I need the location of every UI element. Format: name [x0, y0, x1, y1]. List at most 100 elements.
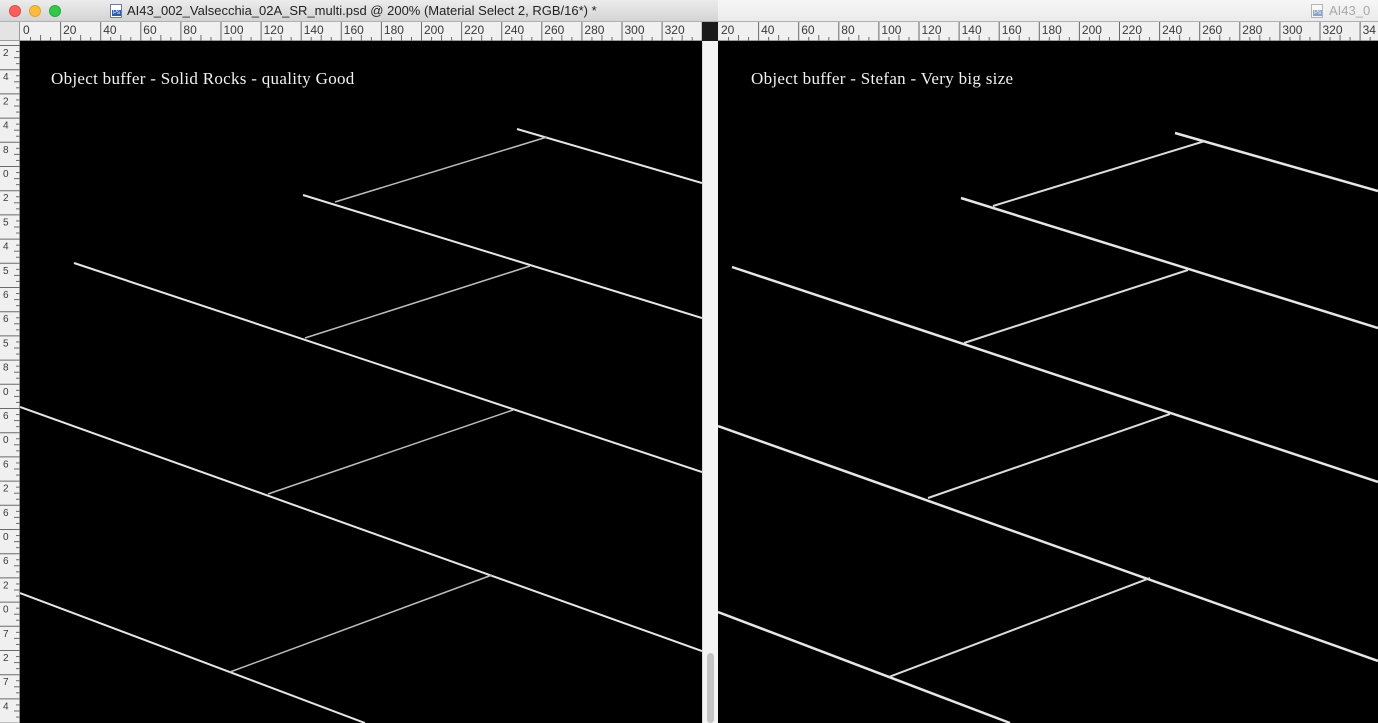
right-document-window[interactable]: AI43_0 204060801001201401601802002202402… [718, 0, 1378, 723]
ruler-origin[interactable] [0, 22, 20, 41]
ruler-label: 6 [3, 508, 9, 519]
ruler-label: 60 [801, 23, 815, 37]
ruler-label: 34 [1363, 23, 1377, 37]
close-button[interactable] [9, 5, 21, 17]
ruler-label: 100 [881, 23, 901, 37]
ruler-label: 2 [3, 653, 9, 664]
ruler-label: 160 [344, 23, 364, 37]
ruler-label: 2 [3, 580, 9, 591]
vertical-ruler-ticks: 2 4 2 4 8 0 2 5 4 5 6 6 5 8 0 6 0 6 2 6 0 6 2 0 7 2 7 4 [0, 45, 20, 723]
left-window-title: AI43_002_Valsecchia_02A_SR_multi.psd @ 2… [127, 3, 597, 18]
horizontal-ruler-ticks: 20 40 60 80 100 120 140 160 180 200 220 240 260 280 30… [721, 22, 1377, 41]
ruler-label: 140 [304, 23, 324, 37]
ruler-label: 300 [1282, 23, 1302, 37]
wire-line [960, 196, 1378, 330]
right-canvas-caption: Object buffer - Stefan - Very big size [751, 69, 1014, 88]
ruler-label: 80 [841, 23, 855, 37]
photoshop-document-icon [1311, 4, 1323, 18]
ruler-label: 280 [584, 23, 604, 37]
wire-line [334, 136, 548, 203]
ruler-label: 20 [63, 23, 77, 37]
ruler-label: 240 [504, 23, 524, 37]
wire-line [963, 269, 1189, 344]
ruler-label: 0 [3, 387, 9, 398]
ruler-label: 220 [464, 23, 484, 37]
ruler-label: 280 [1242, 23, 1262, 37]
ruler-label: 180 [384, 23, 404, 37]
ruler-label: 200 [424, 23, 444, 37]
ruler-label: 8 [3, 145, 9, 156]
maximize-button[interactable] [49, 5, 61, 17]
ruler-label: 220 [1122, 23, 1142, 37]
right-canvas[interactable]: Object buffer - Stefan - Very big size [718, 41, 1378, 723]
ruler-label: 5 [3, 217, 9, 228]
scrollbar-thumb[interactable] [707, 653, 714, 723]
ruler-label: 7 [3, 629, 9, 640]
ruler-label: 6 [3, 290, 9, 301]
ruler-label: 4 [3, 701, 9, 712]
wire-line [19, 406, 703, 652]
wire-line [927, 413, 1171, 499]
vertical-scrollbar[interactable] [702, 41, 718, 723]
ruler-label: 140 [962, 23, 982, 37]
ruler-label: 2 [3, 96, 9, 107]
ruler-label: 160 [1002, 23, 1022, 37]
left-canvas-caption: Object buffer - Solid Rocks - quality Go… [51, 69, 355, 88]
ruler-label: 120 [264, 23, 284, 37]
ruler-label: 320 [1323, 23, 1343, 37]
wire-line [302, 194, 703, 319]
ruler-label: 4 [3, 121, 9, 132]
right-window-titlebar[interactable]: AI43_0 [718, 0, 1378, 22]
ruler-label: 4 [3, 242, 9, 253]
wire-line [731, 265, 1378, 484]
right-window-title: AI43_0 [1329, 3, 1371, 18]
ruler-label: 180 [1042, 23, 1062, 37]
ruler-label: 200 [1082, 23, 1102, 37]
ruler-label: 300 [625, 23, 645, 37]
left-document-window[interactable]: AI43_002_Valsecchia_02A_SR_multi.psd @ 2… [0, 0, 718, 723]
vertical-ruler[interactable]: 2 4 2 4 8 0 2 5 4 5 6 6 5 8 0 6 0 6 2 6 0 6 2 0 7 2 7 4 [0, 41, 20, 723]
wire-line [19, 592, 366, 723]
wire-line [888, 577, 1151, 678]
ruler-label: 60 [143, 23, 157, 37]
ruler-label: 4 [3, 72, 9, 83]
left-canvas[interactable]: Object buffer - Solid Rocks - quality Go… [19, 41, 703, 723]
right-wireframe [718, 131, 1378, 723]
ruler-label: 0 [3, 435, 9, 446]
ruler-label: 100 [224, 23, 244, 37]
ruler-label: 2 [3, 484, 9, 495]
ruler-label: 80 [183, 23, 197, 37]
left-wireframe [19, 128, 703, 723]
ruler-label: 5 [3, 338, 9, 349]
horizontal-ruler-ticks: 0 20 40 60 80 100 120 140 160 180 200 220 240 260 280 3… [23, 22, 703, 41]
ruler-label: 0 [3, 605, 9, 616]
horizontal-ruler[interactable]: 20 40 60 80 100 120 140 160 180 200 220 240 260 280 30… [718, 22, 1378, 41]
ruler-label: 6 [3, 556, 9, 567]
ruler-label: 120 [922, 23, 942, 37]
ruler-label: 5 [3, 266, 9, 277]
ruler-label: 260 [544, 23, 564, 37]
ruler-label: 6 [3, 314, 9, 325]
wire-line [73, 262, 703, 473]
ruler-label: 7 [3, 677, 9, 688]
wire-line [718, 610, 1011, 723]
ruler-label: 40 [103, 23, 117, 37]
wire-line [304, 265, 531, 339]
minimize-button[interactable] [29, 5, 41, 17]
ruler-label: 20 [721, 23, 735, 37]
ruler-label: 240 [1162, 23, 1182, 37]
ruler-label: 8 [3, 363, 9, 374]
ruler-label: 0 [23, 23, 30, 37]
wire-line [229, 574, 493, 673]
ruler-label: 0 [3, 532, 9, 543]
horizontal-ruler[interactable]: 0 20 40 60 80 100 120 140 160 180 200 220 240 260 280 3… [20, 22, 703, 41]
ruler-label: 6 [3, 411, 9, 422]
left-window-titlebar[interactable]: AI43_002_Valsecchia_02A_SR_multi.psd @ 2… [0, 0, 718, 22]
ruler-label: 320 [665, 23, 685, 37]
wire-line [267, 409, 514, 495]
ruler-label: 0 [3, 169, 9, 180]
photoshop-document-icon [110, 4, 122, 18]
wire-line [992, 140, 1206, 207]
ruler-label: 6 [3, 459, 9, 470]
ruler-label: 2 [3, 48, 9, 59]
